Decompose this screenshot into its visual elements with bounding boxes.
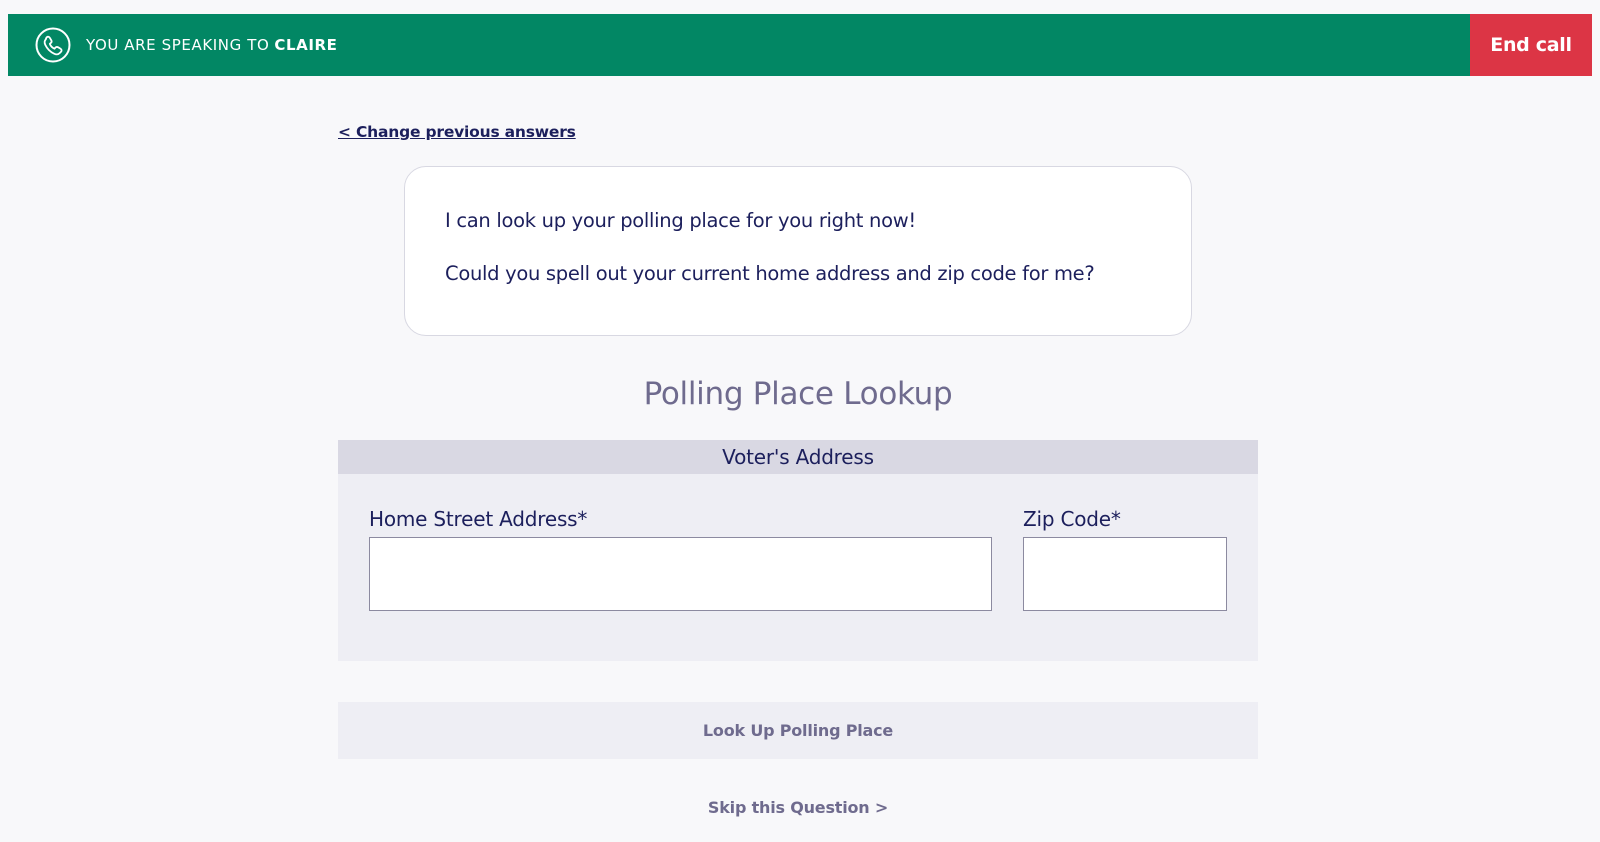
speaking-to-text: YOU ARE SPEAKING TO CLAIRE (86, 14, 338, 76)
phone-icon (35, 27, 71, 63)
script-line-2: Could you spell out your current home ad… (445, 262, 1095, 285)
speaking-to-label: YOU ARE SPEAKING TO (86, 36, 270, 54)
page-title: Polling Place Lookup (643, 376, 953, 412)
look-up-polling-place-button[interactable]: Look Up Polling Place (338, 702, 1258, 759)
zip-label: Zip Code* (1023, 507, 1121, 531)
address-form-panel: Voter's Address Home Street Address* Zip… (338, 440, 1258, 661)
home-address-input[interactable] (369, 537, 992, 611)
skip-question-link[interactable]: Skip this Question > (338, 798, 1258, 817)
script-line-1: I can look up your polling place for you… (445, 209, 916, 232)
change-previous-answers-link[interactable]: < Change previous answers (338, 123, 576, 141)
address-label: Home Street Address* (369, 507, 588, 531)
form-section-header: Voter's Address (338, 440, 1258, 474)
contact-name: CLAIRE (274, 36, 338, 54)
call-banner: YOU ARE SPEAKING TO CLAIRE End call (8, 14, 1592, 76)
call-script-card: I can look up your polling place for you… (404, 166, 1192, 336)
zip-code-input[interactable] (1023, 537, 1227, 611)
end-call-button[interactable]: End call (1470, 14, 1592, 76)
